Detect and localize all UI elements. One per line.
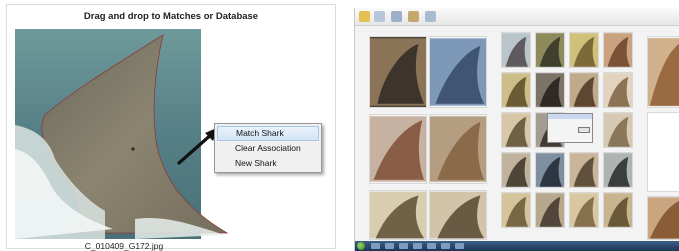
fin-thumbnail[interactable] xyxy=(535,32,565,68)
taskbar-item[interactable] xyxy=(427,243,436,249)
fin-thumbnail[interactable] xyxy=(647,36,679,108)
start-button-icon[interactable] xyxy=(357,242,365,250)
fin-thumbnail[interactable] xyxy=(535,192,565,228)
fin-thumbnail[interactable] xyxy=(603,192,633,228)
fin-thumbnail[interactable] xyxy=(569,192,599,228)
fin-thumbnail[interactable] xyxy=(429,190,487,240)
fin-thumbnail[interactable] xyxy=(569,72,599,108)
toolbar-button-4[interactable] xyxy=(408,11,419,22)
fin-thumbnail[interactable] xyxy=(569,32,599,68)
toolbar-button-1[interactable] xyxy=(359,11,370,22)
fin-thumbnail[interactable] xyxy=(429,36,487,108)
toolbar xyxy=(355,8,679,26)
taskbar xyxy=(355,241,679,251)
context-menu: Match Shark Clear Association New Shark xyxy=(214,123,322,173)
dialog-title-bar xyxy=(548,114,592,119)
fin-thumbnail[interactable] xyxy=(501,32,531,68)
match-shark-menu-item[interactable]: Match Shark xyxy=(217,126,319,141)
app-screenshot xyxy=(354,8,679,251)
fin-thumbnail[interactable] xyxy=(569,152,599,188)
fin-thumbnail[interactable] xyxy=(535,152,565,188)
dialog-ok-button[interactable] xyxy=(578,127,590,133)
dialog-window xyxy=(547,113,593,143)
drag-drop-panel: Drag and drop to Matches or Database C_0… xyxy=(6,4,336,251)
fin-thumbnail[interactable] xyxy=(501,72,531,108)
fin-thumbnail[interactable] xyxy=(369,190,427,240)
fin-thumbnail[interactable] xyxy=(603,112,633,148)
taskbar-item[interactable] xyxy=(413,243,422,249)
preview-pane xyxy=(647,112,679,192)
fin-thumbnail[interactable] xyxy=(603,32,633,68)
taskbar-item[interactable] xyxy=(455,243,464,249)
toolbar-button-3[interactable] xyxy=(391,11,402,22)
fin-thumbnail[interactable] xyxy=(369,36,427,108)
fin-thumbnail[interactable] xyxy=(369,114,427,184)
fin-thumbnail[interactable] xyxy=(603,152,633,188)
new-shark-menu-item[interactable]: New Shark xyxy=(217,156,319,171)
fin-thumbnail[interactable] xyxy=(501,192,531,228)
fin-thumbnail[interactable] xyxy=(501,152,531,188)
fin-thumbnail[interactable] xyxy=(429,114,487,184)
taskbar-item[interactable] xyxy=(385,243,394,249)
fin-thumbnail[interactable] xyxy=(501,112,531,148)
image-filename: C_010409_G172.jpg xyxy=(84,241,164,251)
toolbar-button-2[interactable] xyxy=(374,11,385,22)
clear-association-menu-item[interactable]: Clear Association xyxy=(217,141,319,156)
fin-thumbnail[interactable] xyxy=(535,72,565,108)
taskbar-item[interactable] xyxy=(441,243,450,249)
taskbar-item[interactable] xyxy=(371,243,380,249)
toolbar-button-5[interactable] xyxy=(425,11,436,22)
fin-thumbnail[interactable] xyxy=(647,196,679,240)
panel-title: Drag and drop to Matches or Database xyxy=(83,11,259,22)
taskbar-item[interactable] xyxy=(399,243,408,249)
fin-thumbnail[interactable] xyxy=(603,72,633,108)
